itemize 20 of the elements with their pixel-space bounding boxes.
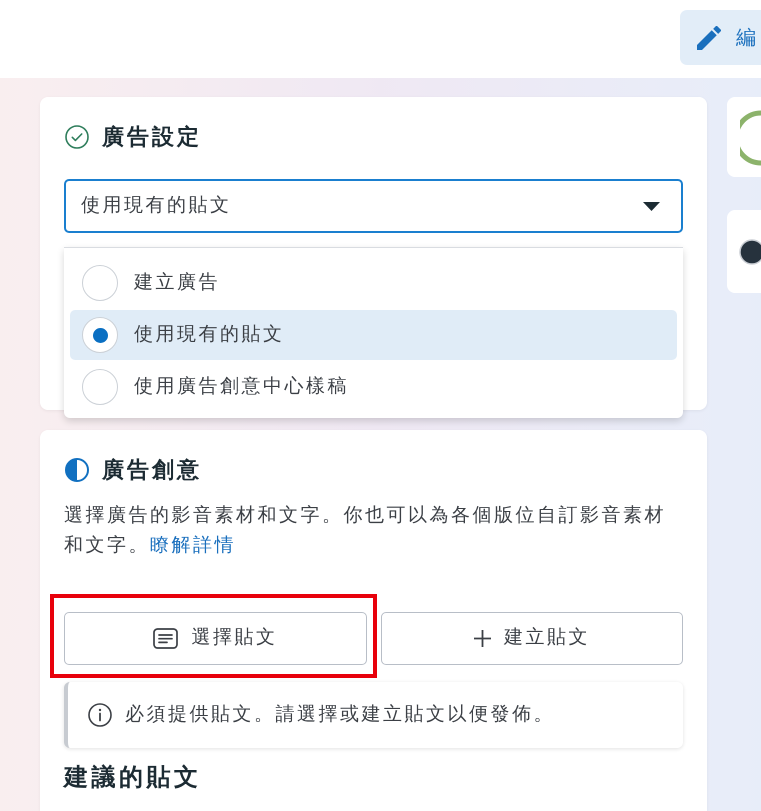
- radio-button[interactable]: [82, 317, 118, 353]
- section-title: 廣告設定: [102, 123, 202, 151]
- notice-text: 必須提供貼文。請選擇或建立貼文以便發佈。: [125, 702, 555, 727]
- radio-button[interactable]: [82, 369, 118, 405]
- edit-button[interactable]: 編: [680, 10, 761, 65]
- plus-icon: [474, 630, 491, 647]
- document-icon: [153, 628, 178, 649]
- description-text: 選擇廣告的影音素材和文字。你也可以為各個版位自訂影音素材和文字。瞭解詳情: [64, 504, 667, 558]
- dropdown-option[interactable]: 使用現有的貼文: [70, 310, 677, 360]
- create-post-button[interactable]: 建立貼文: [380, 612, 683, 665]
- ring-icon: [740, 110, 761, 166]
- radio-button[interactable]: [82, 265, 118, 301]
- pencil-icon: [697, 26, 721, 50]
- caret-icon: [643, 202, 660, 210]
- learn-more-link[interactable]: 瞭解詳情: [150, 535, 236, 556]
- info-icon: [88, 703, 112, 727]
- section-heading: 建議的貼文: [64, 763, 202, 793]
- section-title: 廣告創意: [102, 456, 202, 484]
- select-post-button[interactable]: 選擇貼文: [64, 612, 366, 665]
- select-field[interactable]: 使用現有的貼文: [64, 179, 683, 233]
